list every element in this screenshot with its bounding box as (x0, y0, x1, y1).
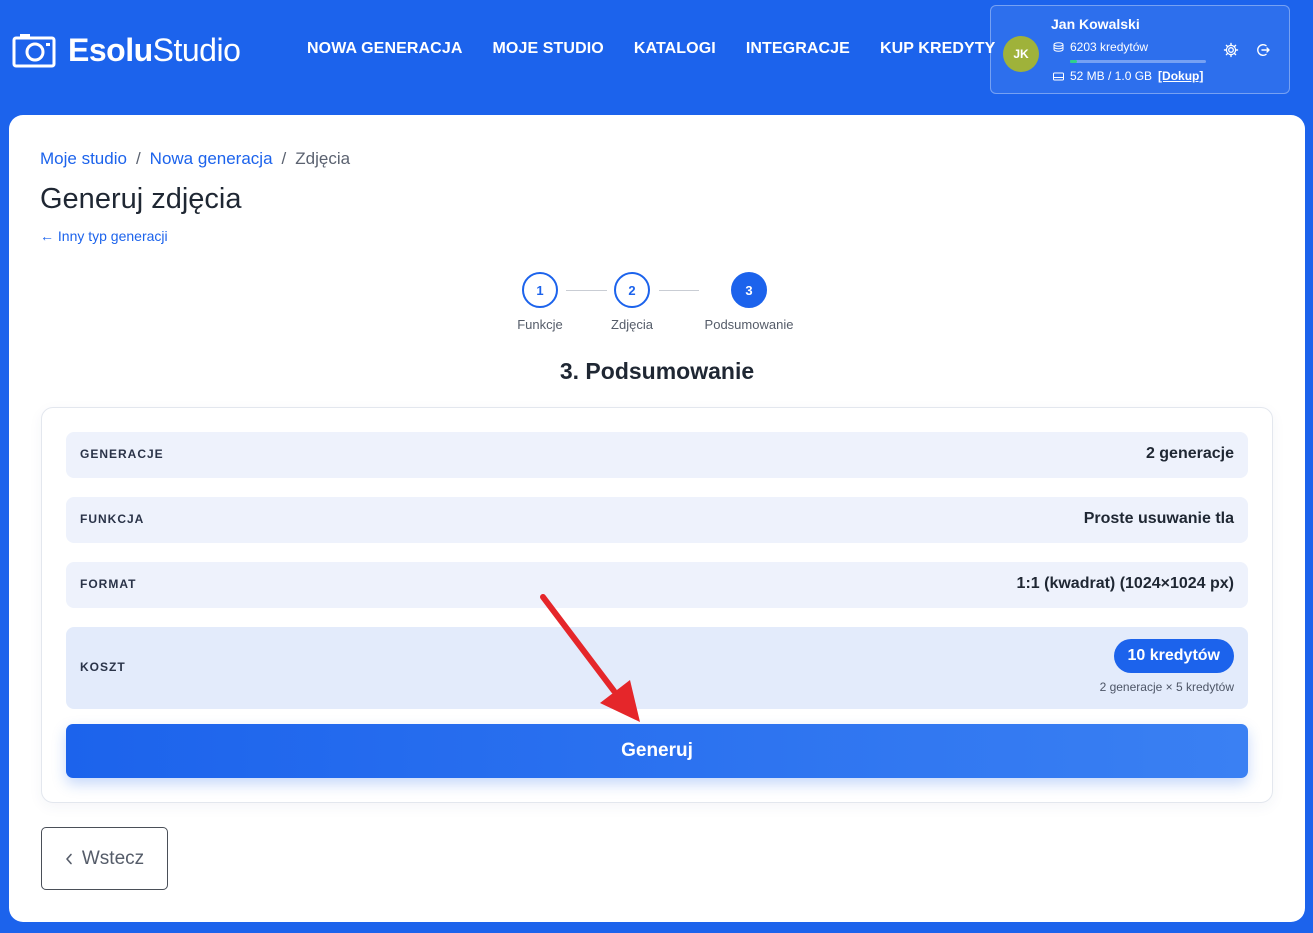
main-card: Moje studio / Nowa generacja / Zdjęcia G… (9, 115, 1305, 922)
credits-count: 6203 kredytów (1070, 40, 1149, 54)
row-value: 1:1 (kwadrat) (1024×1024 px) (1016, 575, 1234, 592)
step-number: 2 (614, 272, 650, 308)
storage-usage: 52 MB / 1.0 GB (1070, 69, 1153, 83)
back-button[interactable]: Wstecz (41, 827, 168, 890)
summary-panel: GENERACJE 2 generacje FUNKCJA Proste usu… (41, 407, 1273, 803)
step-label: Funkcje (517, 317, 563, 332)
topup-link[interactable]: [Dokup] (1158, 69, 1203, 83)
row-value: 2 generacje (1145, 445, 1234, 462)
nav-katalogi[interactable]: KATALOGI (619, 38, 731, 60)
user-name: Jan Kowalski (1051, 16, 1140, 32)
cost-badge: 10 kredytów (1113, 639, 1234, 673)
gear-icon[interactable] (1223, 42, 1239, 58)
nav-kup-kredyty[interactable]: KUP KREDYTY (865, 38, 1011, 60)
section-title: 3. Podsumowanie (559, 358, 755, 384)
step-number: 3 (731, 272, 767, 308)
brand-name: EsoluStudio (68, 32, 241, 68)
step-number: 1 (522, 272, 558, 308)
row-label: GENERACJE (80, 447, 164, 461)
top-navbar: EsoluStudio NOWA GENERACJA MOJE STUDIO K… (0, 0, 1313, 100)
breadcrumb-separator: / (135, 149, 141, 168)
chevron-left-icon (66, 853, 72, 864)
breadcrumb-nowa-generacja[interactable]: Nowa generacja (150, 149, 273, 169)
generate-button[interactable]: Generuj (66, 724, 1248, 778)
summary-row-cost: KOSZT 10 kredytów 2 generacje × 5 kredyt… (66, 627, 1248, 709)
step-funkcje[interactable]: 1 Funkcje (490, 272, 590, 332)
cost-detail: 2 generacje × 5 kredytów (1099, 680, 1234, 694)
step-podsumowanie: 3 Podsumowanie (699, 272, 799, 332)
summary-row-function: FUNKCJA Proste usuwanie tla (66, 497, 1248, 543)
nav-moje-studio[interactable]: MOJE STUDIO (478, 38, 619, 60)
breadcrumb: Moje studio / Nowa generacja / Zdjęcia (40, 149, 350, 169)
step-zdjecia[interactable]: 2 Zdjęcia (582, 272, 682, 332)
coins-icon (1053, 42, 1064, 52)
breadcrumb-moje-studio[interactable]: Moje studio (40, 149, 127, 169)
row-label: FORMAT (80, 577, 137, 591)
logout-icon[interactable] (1255, 42, 1271, 58)
storage-bar (1070, 60, 1206, 63)
camera-icon (12, 34, 56, 68)
other-generation-type-link[interactable]: ← Inny typ generacji (40, 228, 168, 244)
back-button-label: Wstecz (81, 847, 145, 869)
storage-info: 52 MB / 1.0 GB [Dokup] (1053, 69, 1203, 83)
nav-integracje[interactable]: INTEGRACJE (731, 38, 865, 60)
step-label: Podsumowanie (704, 317, 794, 332)
brand-logo[interactable]: EsoluStudio (12, 30, 241, 70)
page-title: Generuj zdjęcia (40, 183, 242, 215)
user-panel: JK Jan Kowalski 6203 kredytów 52 MB / 1.… (990, 5, 1290, 94)
row-value: Proste usuwanie tla (1083, 510, 1234, 527)
credits-info: 6203 kredytów (1053, 40, 1148, 54)
nav-nowa-generacja[interactable]: NOWA GENERACJA (292, 38, 478, 60)
step-label: Zdjęcia (611, 317, 653, 332)
row-label: KOSZT (80, 660, 126, 674)
drive-icon (1053, 72, 1064, 80)
summary-row-generations: GENERACJE 2 generacje (66, 432, 1248, 478)
breadcrumb-separator: / (281, 149, 287, 168)
avatar[interactable]: JK (1003, 36, 1039, 72)
summary-row-format: FORMAT 1:1 (kwadrat) (1024×1024 px) (66, 562, 1248, 608)
breadcrumb-current: Zdjęcia (295, 149, 351, 168)
row-label: FUNKCJA (80, 512, 145, 526)
main-nav: NOWA GENERACJA MOJE STUDIO KATALOGI INTE… (292, 38, 1010, 60)
